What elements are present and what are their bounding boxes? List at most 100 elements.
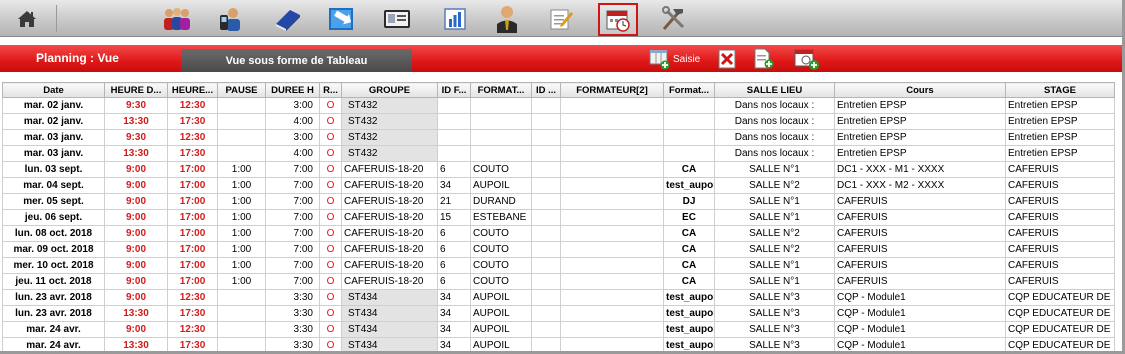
cell-id-formateur2 xyxy=(531,113,561,130)
cell-id-formateur2 xyxy=(531,177,561,194)
cell-stage: CAFERUIS xyxy=(1005,177,1115,194)
cell-heure-fin: 17:00 xyxy=(167,225,218,242)
column-header-formateur2[interactable]: FORMATEUR[2] xyxy=(560,82,664,98)
cell-heure-debut: 9:30 xyxy=(104,97,168,114)
table-row[interactable]: mar. 03 janv. 9:30 12:30 3:00 O ST432 Dans nos… xyxy=(2,129,1115,146)
column-header-cours[interactable]: Cours xyxy=(834,82,1006,98)
column-header-date[interactable]: Date xyxy=(2,82,105,98)
table-row[interactable]: jeu. 06 sept. 9:00 17:00 1:00 7:00 O CAFERUIS-… xyxy=(2,209,1115,226)
cell-heure-fin: 17:00 xyxy=(167,257,218,274)
cell-heure-fin: 12:30 xyxy=(167,97,218,114)
cell-duree: 3:30 xyxy=(265,289,320,306)
cell-id-formateur2 xyxy=(531,145,561,162)
cell-groupe: CAFERUIS-18-20 xyxy=(341,177,438,194)
add-planning-button[interactable] xyxy=(793,47,821,71)
cell-pause: 1:00 xyxy=(217,193,266,210)
column-header-groupe[interactable]: GROUPE xyxy=(341,82,438,98)
cell-heure-debut: 9:30 xyxy=(104,129,168,146)
cell-formateur2 xyxy=(560,177,664,194)
table-row[interactable]: mar. 02 janv. 13:30 17:30 4:00 O ST432 Dans no… xyxy=(2,113,1115,130)
cell-date: mer. 05 sept. xyxy=(2,193,105,210)
cell-format-code: test_aupoil xyxy=(663,289,715,306)
cell-date: jeu. 11 oct. 2018 xyxy=(2,273,105,290)
cell-date: mar. 02 janv. xyxy=(2,113,105,130)
cell-pause xyxy=(217,145,266,162)
excel-delete-icon xyxy=(718,49,736,69)
table-row[interactable]: mar. 09 oct. 2018 9:00 17:00 1:00 7:00 O CAFER… xyxy=(2,241,1115,258)
cell-salle-lieu: SALLE N°2 xyxy=(714,241,835,258)
cell-id-formateur: 6 xyxy=(437,273,471,290)
cell-stage: CAFERUIS xyxy=(1005,257,1115,274)
table-row[interactable]: mer. 10 oct. 2018 9:00 17:00 1:00 7:00 O CAFER… xyxy=(2,257,1115,274)
cell-r: O xyxy=(319,177,342,194)
column-header-stage[interactable]: STAGE xyxy=(1005,82,1115,98)
saisie-label: Saisie xyxy=(673,53,701,65)
column-header-formateur[interactable]: FORMAT... xyxy=(470,82,532,98)
column-header-duree[interactable]: DUREE H xyxy=(265,82,320,98)
cell-formateur: AUPOIL xyxy=(470,177,532,194)
cell-duree: 7:00 xyxy=(265,241,320,258)
column-header-heure-fin[interactable]: HEURE... xyxy=(167,82,218,98)
cell-r: O xyxy=(319,225,342,242)
cell-heure-debut: 9:00 xyxy=(104,289,168,306)
cell-formateur: COUTO xyxy=(470,273,532,290)
id-card-icon[interactable] xyxy=(382,4,412,34)
edit-notepad-icon[interactable] xyxy=(546,4,576,34)
cell-pause: 1:00 xyxy=(217,177,266,194)
table-row[interactable]: lun. 08 oct. 2018 9:00 17:00 1:00 7:00 O CAFER… xyxy=(2,225,1115,242)
cell-format-code: DJ xyxy=(663,193,715,210)
table-row[interactable]: lun. 03 sept. 9:00 17:00 1:00 7:00 O CAFERUIS-… xyxy=(2,161,1115,178)
cell-stage: CAFERUIS xyxy=(1005,225,1115,242)
cell-salle-lieu: SALLE N°1 xyxy=(714,193,835,210)
export-excel-button[interactable] xyxy=(716,47,740,71)
tools-icon[interactable] xyxy=(658,4,688,34)
cell-duree: 7:00 xyxy=(265,273,320,290)
cell-formateur: COUTO xyxy=(470,161,532,178)
table-row[interactable]: mar. 03 janv. 13:30 17:30 4:00 O ST432 Dans no… xyxy=(2,145,1115,162)
person-icon[interactable] xyxy=(492,4,522,34)
cell-format-code: EC xyxy=(663,209,715,226)
calendar-add-icon xyxy=(794,49,819,70)
cell-id-formateur xyxy=(437,113,471,130)
home-icon[interactable] xyxy=(12,4,42,34)
table-row[interactable]: lun. 23 avr. 2018 9:00 12:30 3:30 O ST434 34 AU… xyxy=(2,289,1115,306)
column-header-pause[interactable]: PAUSE xyxy=(217,82,266,98)
bar-chart-icon[interactable] xyxy=(440,4,470,34)
column-header-heure-debut[interactable]: HEURE D... xyxy=(104,82,168,98)
cell-heure-debut: 9:00 xyxy=(104,273,168,290)
table-row[interactable]: mar. 02 janv. 9:30 12:30 3:00 O ST432 Dans nos… xyxy=(2,97,1115,114)
cell-formateur xyxy=(470,129,532,146)
import-arrow-icon[interactable] xyxy=(326,4,356,34)
cell-r: O xyxy=(319,193,342,210)
cell-pause: 1:00 xyxy=(217,161,266,178)
tab-table-view[interactable]: Vue sous forme de Tableau xyxy=(181,49,412,72)
cell-cours: Entretien EPSP xyxy=(834,129,1006,146)
column-header-id-formateur2[interactable]: ID ... xyxy=(531,82,561,98)
cell-heure-debut: 9:00 xyxy=(104,193,168,210)
cell-r: O xyxy=(319,289,342,306)
cell-groupe: CAFERUIS-18-20 xyxy=(341,209,438,226)
cell-salle-lieu: Dans nos locaux : xyxy=(714,97,835,114)
table-row[interactable]: jeu. 11 oct. 2018 9:00 17:00 1:00 7:00 O CAFER… xyxy=(2,273,1115,290)
column-header-format-code[interactable]: Format... xyxy=(663,82,715,98)
cell-heure-debut: 9:00 xyxy=(104,161,168,178)
cell-format-code xyxy=(663,113,715,130)
export-document-button[interactable] xyxy=(752,47,776,71)
cell-formateur2 xyxy=(560,209,664,226)
calendar-clock-icon[interactable] xyxy=(598,3,638,36)
book-icon[interactable] xyxy=(272,4,302,34)
table-row[interactable]: lun. 23 avr. 2018 13:30 17:30 3:30 O ST434 34 A… xyxy=(2,305,1115,322)
cell-salle-lieu: SALLE N°3 xyxy=(714,305,835,322)
table-row[interactable]: mar. 24 avr. 9:00 12:30 3:30 O ST434 34 AUPOIL t… xyxy=(2,321,1115,338)
column-header-id-formateur[interactable]: ID F... xyxy=(437,82,471,98)
users-icon[interactable] xyxy=(162,4,192,34)
table-row[interactable]: mar. 04 sept. 9:00 17:00 1:00 7:00 O CAFERUIS-… xyxy=(2,177,1115,194)
phone-contact-icon[interactable] xyxy=(216,4,246,34)
saisie-button[interactable]: Saisie xyxy=(649,47,700,71)
table-row[interactable]: mer. 05 sept. 9:00 17:00 1:00 7:00 O CAFERUIS-… xyxy=(2,193,1115,210)
cell-cours: CQP - Module1 xyxy=(834,305,1006,322)
cell-id-formateur2 xyxy=(531,241,561,258)
cell-cours: CAFERUIS xyxy=(834,241,1006,258)
column-header-r[interactable]: R... xyxy=(319,82,342,98)
column-header-salle-lieu[interactable]: SALLE LIEU xyxy=(714,82,835,98)
